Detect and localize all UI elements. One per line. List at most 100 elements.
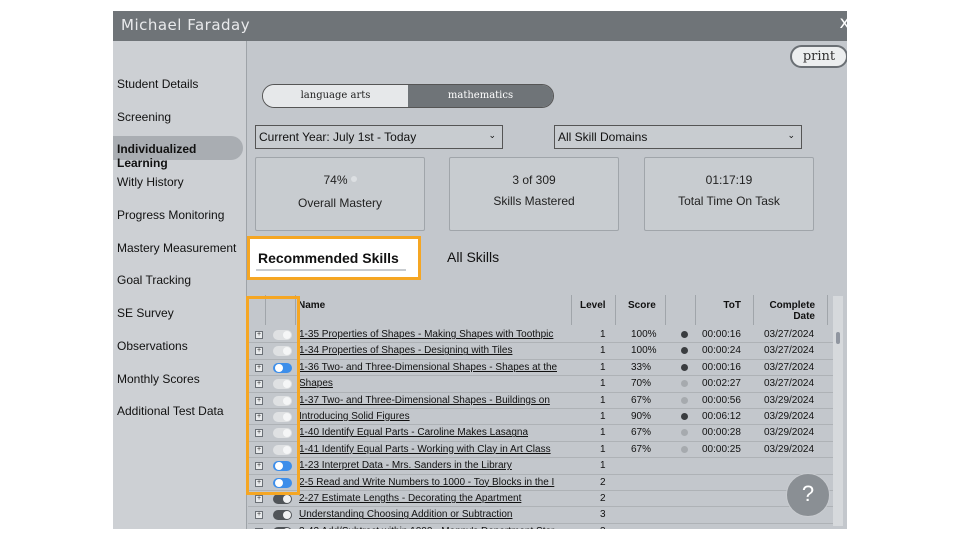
sidebar-item-monthly-scores[interactable]: Monthly Scores — [117, 372, 200, 386]
table-row[interactable]: +3-42 Add/Subtract within 1000 - Manny's… — [248, 524, 840, 529]
expand-icon[interactable]: + — [255, 527, 263, 529]
skill-score: 100% — [631, 345, 657, 357]
skill-name-link[interactable]: Understanding Choosing Addition or Subtr… — [299, 509, 557, 520]
table-row[interactable]: +1-40 Identify Equal Parts - Caroline Ma… — [248, 425, 840, 442]
time-card: 01:17:19 Total Time On Task — [644, 157, 814, 231]
student-window: Michael Faraday x Student Details Screeni… — [113, 11, 847, 529]
skill-name-link[interactable]: 1-23 Interpret Data - Mrs. Sanders in th… — [299, 460, 557, 471]
domain-select[interactable]: All Skill Domains ⌄ — [554, 125, 802, 149]
tab-recommended-label: Recommended Skills — [258, 250, 399, 266]
tab-mathematics[interactable]: mathematics — [408, 85, 553, 107]
table-row[interactable]: + Introducing Solid Figures 1 90% 00:06:12 03… — [248, 409, 840, 426]
scrollbar-thumb[interactable] — [836, 332, 840, 344]
skill-name-link[interactable]: Shapes — [299, 378, 557, 389]
skills-label: Skills Mastered — [493, 194, 575, 208]
skill-level: 1 — [600, 329, 606, 340]
period-select[interactable]: Current Year: July 1st - Today ⌄ — [255, 125, 503, 149]
skill-tot: 00:00:25 — [702, 443, 741, 455]
sidebar-item-individualized-learning[interactable]: Individualized Learning — [113, 136, 243, 170]
sidebar-item-screening[interactable]: Screening — [117, 110, 171, 124]
skill-level: 1 — [600, 345, 606, 357]
table-row[interactable]: +1-35 Properties of Shapes - Making Shap… — [248, 327, 840, 344]
assign-toggle[interactable] — [273, 510, 292, 521]
skill-score: 67% — [631, 394, 652, 406]
skill-score: 33% — [631, 361, 652, 373]
sidebar-item-mastery-measurement[interactable]: Mastery Measurement — [117, 241, 236, 255]
mastery-value: 74% — [323, 173, 348, 187]
sidebar-item-observations[interactable]: Observations — [117, 339, 188, 353]
sidebar-item-se-survey[interactable]: SE Survey — [117, 306, 174, 320]
mastery-card: 74% Overall Mastery — [255, 157, 425, 231]
skill-name-link[interactable]: Introducing Solid Figures — [299, 411, 557, 422]
col-header-score[interactable]: Score — [616, 295, 666, 325]
skill-level: 1 — [600, 378, 606, 390]
col-header-complete-date[interactable]: Complete Date — [754, 295, 828, 325]
table-row[interactable]: +1-34 Properties of Shapes - Designing w… — [248, 343, 840, 360]
assign-toggle[interactable] — [273, 494, 292, 504]
highlight-box — [246, 296, 300, 495]
skill-name-link[interactable]: 2-27 Estimate Lengths - Decorating the A… — [299, 493, 557, 504]
chevron-down-icon: ⌄ — [488, 130, 496, 140]
help-button[interactable]: ? — [786, 473, 830, 517]
table-row[interactable]: + Shapes 1 70% 00:02:27 03/27/2024 — [248, 376, 840, 393]
skill-score: 100% — [631, 329, 657, 340]
table-row[interactable]: +1-37 Two- and Three-Dimensional Shapes … — [248, 393, 840, 409]
tab-language-arts[interactable]: language arts — [263, 85, 408, 107]
assign-toggle[interactable] — [273, 526, 292, 529]
col-header-name[interactable]: Name — [296, 295, 572, 325]
skill-name-link[interactable]: 1-36 Two- and Three-Dimensional Shapes -… — [299, 362, 557, 373]
skill-complete-date: 03/27/2024 — [764, 345, 815, 357]
skills-card: 3 of 309 Skills Mastered — [449, 157, 619, 231]
skill-complete-date: 03/29/2024 — [764, 443, 815, 455]
sidebar-item-student-details[interactable]: Student Details — [117, 77, 198, 91]
skill-tot: 00:00:16 — [702, 361, 741, 373]
time-label: Total Time On Task — [678, 194, 780, 208]
tab-all-skills[interactable]: All Skills — [447, 249, 499, 265]
print-button[interactable]: print — [790, 45, 847, 68]
status-dot-icon — [681, 445, 688, 453]
col-header-level[interactable]: Level — [572, 295, 616, 325]
table-row[interactable]: +2-27 Estimate Lengths - Decorating the … — [248, 491, 840, 508]
skill-tot: 00:00:28 — [702, 427, 741, 439]
skill-tot: 00:00:16 — [702, 329, 741, 340]
skill-name-link[interactable]: 2-5 Read and Write Numbers to 1000 - Toy… — [299, 477, 557, 488]
col-header-tot[interactable]: ToT — [696, 295, 754, 325]
table-row[interactable]: + Understanding Choosing Addition or Subt… — [248, 507, 840, 524]
expand-icon[interactable]: + — [255, 495, 263, 503]
subject-switch: language arts mathematics — [262, 84, 554, 108]
sidebar-item-progress-monitoring[interactable]: Progress Monitoring — [117, 208, 224, 222]
skill-name-link[interactable]: 1-40 Identify Equal Parts - Caroline Mak… — [299, 427, 557, 438]
table-row[interactable]: +1-36 Two- and Three-Dimensional Shapes … — [248, 360, 840, 377]
status-dot-icon — [681, 331, 688, 338]
skill-name-link[interactable]: 3-42 Add/Subtract within 1000 - Manny's … — [299, 526, 557, 529]
tab-recommended-skills[interactable]: Recommended Skills — [247, 236, 421, 280]
sidebar-item-witly-history[interactable]: Witly History — [117, 175, 184, 189]
sidebar-item-additional-test-data[interactable]: Additional Test Data — [117, 404, 224, 418]
skill-tot: 00:06:12 — [702, 411, 741, 422]
window-titlebar: Michael Faraday x — [113, 11, 847, 41]
sidebar-item-goal-tracking[interactable]: Goal Tracking — [117, 273, 191, 287]
period-select-value: Current Year: July 1st - Today — [259, 130, 417, 144]
skill-name-link[interactable]: 1-41 Identify Equal Parts - Working with… — [299, 444, 557, 455]
table-row[interactable]: +2-5 Read and Write Numbers to 1000 - To… — [248, 475, 840, 491]
chevron-down-icon: ⌄ — [787, 130, 795, 140]
skill-level: 1 — [600, 411, 606, 422]
skill-name-link[interactable]: 1-34 Properties of Shapes - Designing wi… — [299, 345, 557, 356]
skill-score: 67% — [631, 427, 652, 439]
close-icon[interactable]: x — [839, 13, 847, 33]
skill-score: 70% — [631, 378, 652, 390]
status-dot-icon — [681, 396, 688, 404]
skill-complete-date: 03/27/2024 — [764, 329, 815, 340]
table-row[interactable]: +1-23 Interpret Data - Mrs. Sanders in t… — [248, 458, 840, 475]
skill-level: 3 — [600, 509, 606, 521]
status-dot-icon — [350, 176, 357, 182]
skill-tot: 00:00:56 — [702, 394, 741, 406]
expand-icon[interactable]: + — [255, 511, 263, 520]
table-row[interactable]: +1-41 Identify Equal Parts - Working wit… — [248, 442, 840, 459]
skill-name-link[interactable]: 1-35 Properties of Shapes - Making Shape… — [299, 329, 557, 340]
status-dot-icon — [681, 413, 688, 420]
sidebar-nav: Student Details Screening Individualized L… — [113, 41, 247, 529]
table-scrollbar[interactable] — [833, 296, 843, 526]
skill-name-link[interactable]: 1-37 Two- and Three-Dimensional Shapes -… — [299, 395, 557, 406]
skill-tot: 00:02:27 — [702, 378, 741, 390]
